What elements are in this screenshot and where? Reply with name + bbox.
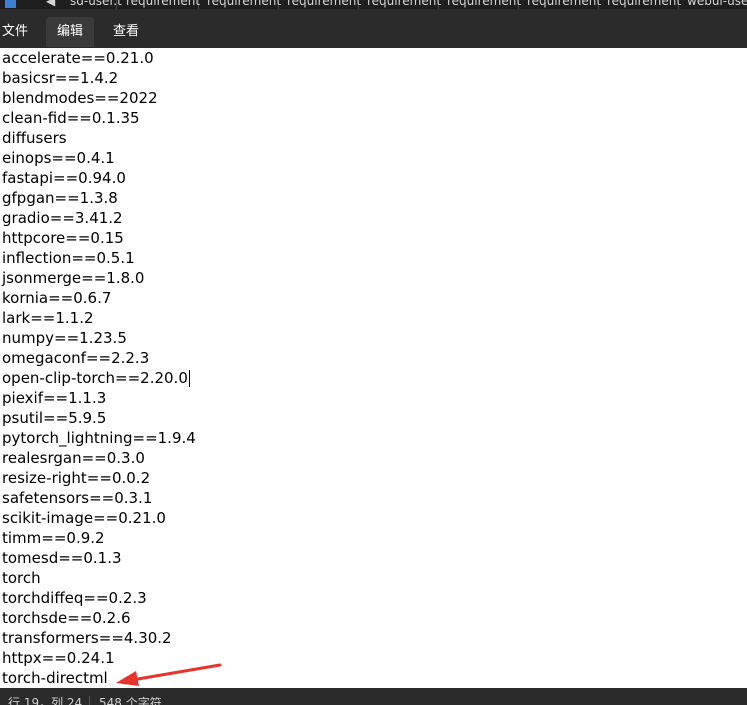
tab-bar: ◀ sd-user.t requirement requirement requ…	[0, 0, 747, 9]
tab-requirement-6[interactable]: requirement	[527, 0, 601, 9]
cursor-position: 行 19，列 24	[8, 696, 83, 705]
menu-view[interactable]: 查看	[102, 17, 150, 47]
tab-requirement-1[interactable]: requirement	[126, 0, 200, 9]
tab-requirement-5[interactable]: requirement	[447, 0, 521, 9]
tab-sd-user[interactable]: sd-user.t	[70, 0, 122, 9]
notepad-app-icon	[5, 0, 16, 8]
annotation-arrow-icon	[116, 663, 222, 686]
menu-edit[interactable]: 编辑	[46, 17, 94, 47]
text-editor[interactable]: accelerate==0.21.0 basicsr==1.4.2 blendm…	[0, 48, 747, 688]
tab-requirement-2[interactable]: requirement	[207, 0, 281, 9]
status-separator	[89, 696, 90, 705]
tab-requirement-7[interactable]: requirement	[607, 0, 681, 9]
tab-requirement-3[interactable]: requirement	[287, 0, 361, 9]
tab-webui-user[interactable]: webui-user	[687, 0, 747, 9]
char-count: 548 个字符	[99, 696, 162, 705]
back-arrow-icon[interactable]: ◀	[46, 0, 60, 9]
menu-file[interactable]: 文件	[0, 17, 30, 47]
menu-bar: 文件 编辑 查看	[0, 9, 747, 48]
tab-requirement-4[interactable]: requirement	[367, 0, 441, 9]
status-bar: 行 19，列 24 548 个字符	[0, 688, 747, 705]
